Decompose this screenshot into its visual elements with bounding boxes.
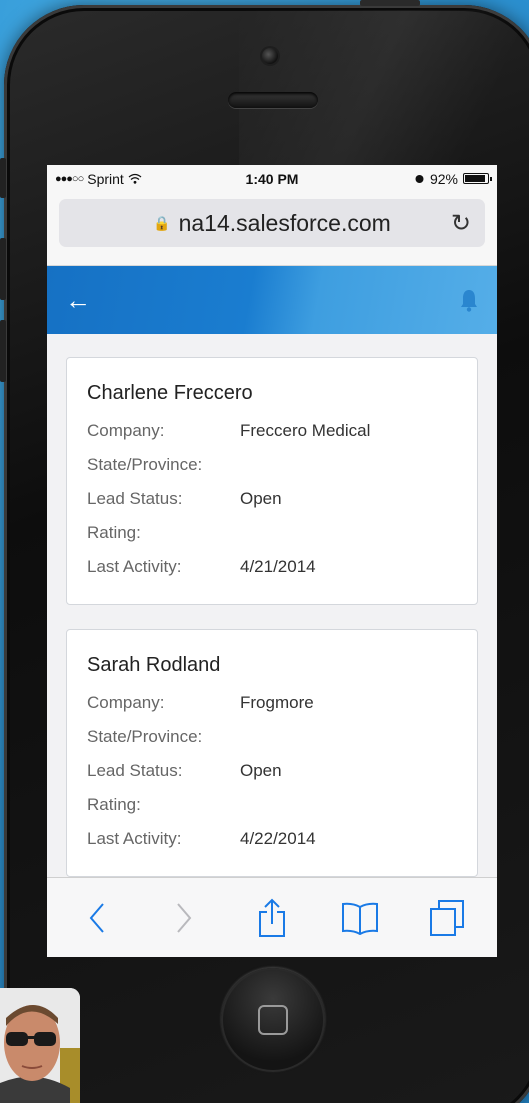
browser-chrome: 🔒 na14.salesforce.com ↻ [47,192,497,266]
field-label: Lead Status: [87,761,183,780]
volume-up-button [0,238,6,300]
app-header: ← [47,266,497,334]
phone-screen: ●●●○○ Sprint 1:40 PM 92% 🔒 na14.salesfor… [47,165,497,957]
front-camera [262,48,278,64]
field-value: Open [240,489,282,508]
field-label: Last Activity: [87,557,182,576]
field-row: Last Activity: 4/22/2014 [87,822,457,856]
field-row: State/Province: [87,448,457,482]
presenter-avatar [0,988,80,1103]
nav-forward-button[interactable] [164,898,204,938]
browser-toolbar [47,877,497,957]
chevron-left-icon [89,902,104,933]
nav-back-button[interactable] [77,898,117,938]
field-row: Company: Frogmore [87,686,457,720]
field-row: Rating: [87,516,457,550]
tabs-button[interactable] [427,898,467,938]
field-label: Lead Status: [87,489,183,508]
field-row: Rating: [87,788,457,822]
home-square-icon [258,1005,288,1035]
field-row: Company: Freccero Medical [87,414,457,448]
bell-icon[interactable] [459,288,479,312]
person-photo [0,988,80,1103]
field-label: Company: [87,693,165,712]
tabs-icon [430,899,465,936]
reload-icon[interactable]: ↻ [451,209,471,238]
share-button[interactable] [252,898,292,938]
lead-list: Charlene Freccero Company: Freccero Medic… [47,334,497,877]
field-label: Company: [87,421,165,440]
lead-name[interactable]: Sarah Rodland [87,654,457,677]
lock-icon: 🔒 [153,214,171,231]
address-bar[interactable]: 🔒 na14.salesforce.com ↻ [59,199,485,247]
field-label: Rating: [87,795,141,814]
bookmarks-button[interactable] [340,898,380,938]
chevron-right-icon [177,902,192,933]
field-row: Last Activity: 4/21/2014 [87,550,457,584]
field-value: Open [240,761,282,780]
lead-card[interactable]: Sarah Rodland Company: Frogmore State/Pro… [66,629,478,877]
mute-switch [0,158,6,198]
status-time: 1:40 PM [245,170,299,187]
field-label: State/Province: [87,455,203,474]
battery-icon [463,173,492,184]
bookmarks-icon [341,902,378,935]
field-label: State/Province: [87,727,203,746]
url-text: na14.salesforce.com [178,209,391,236]
status-bar: ●●●○○ Sprint 1:40 PM 92% [47,165,497,192]
field-value: 4/22/2014 [240,829,316,848]
field-value: 4/21/2014 [240,557,316,576]
home-button[interactable] [221,968,325,1072]
field-value: Frogmore [240,693,314,712]
lead-card[interactable]: Charlene Freccero Company: Freccero Medic… [66,357,478,605]
field-row: Lead Status: Open [87,754,457,788]
share-icon [258,898,285,937]
back-arrow-icon[interactable]: ← [65,285,91,316]
field-row: State/Province: [87,720,457,754]
field-label: Rating: [87,523,141,542]
earpiece-speaker [228,92,318,108]
field-value: Freccero Medical [240,421,371,440]
field-row: Lead Status: Open [87,482,457,516]
battery-fill [465,175,486,182]
field-label: Last Activity: [87,829,182,848]
lead-name[interactable]: Charlene Freccero [87,382,457,405]
power-button [360,0,420,6]
volume-down-button [0,320,6,382]
